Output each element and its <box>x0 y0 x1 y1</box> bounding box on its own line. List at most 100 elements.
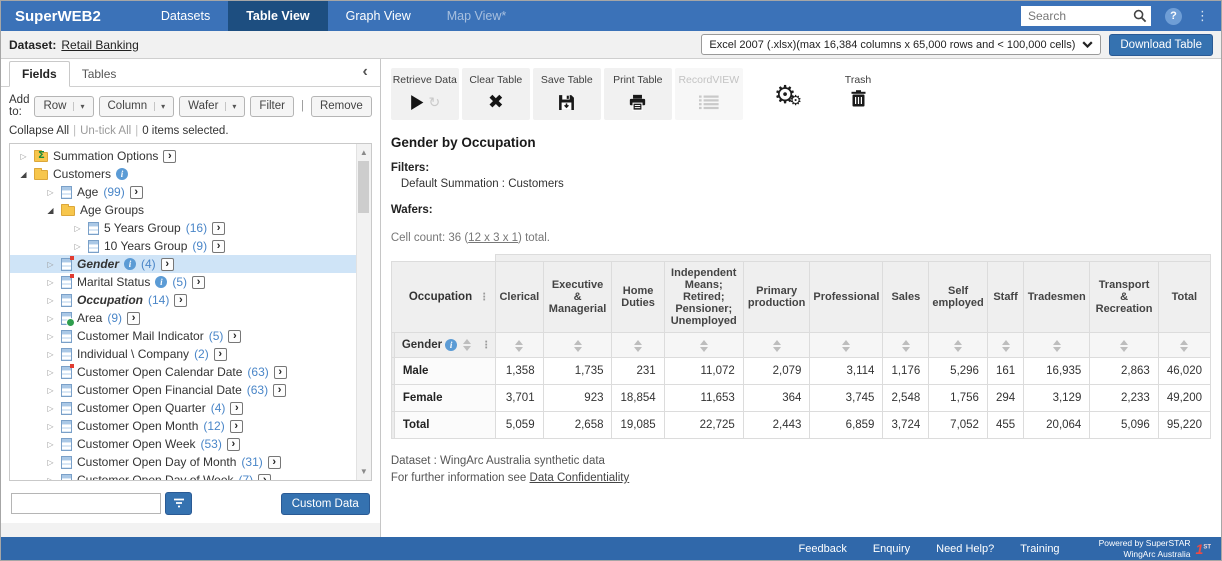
retrieve-data-button[interactable]: Retrieve Data↻ <box>391 68 459 120</box>
print-table-button[interactable]: Print Table <box>604 68 672 120</box>
expand-caret-icon[interactable]: ▷ <box>45 386 56 395</box>
column-header-primary-production[interactable]: Primary production <box>743 262 810 333</box>
search-input[interactable] <box>1021 6 1151 26</box>
overflow-menu-icon[interactable]: ⋮ <box>1196 8 1209 24</box>
info-icon[interactable]: i <box>116 168 128 180</box>
column-header-total[interactable]: Total <box>1158 262 1210 333</box>
sort-cell-independent-means-retired-pensioner-unemployed[interactable] <box>664 333 743 358</box>
sort-cell-sales[interactable] <box>883 333 929 358</box>
expand-caret-icon[interactable]: ▷ <box>45 260 56 269</box>
tree-item-customer-open-quarter[interactable]: ▷Customer Open Quarter(4)› <box>10 399 371 417</box>
column-header-clerical[interactable]: Clerical <box>496 262 543 333</box>
sort-cell-primary-production[interactable] <box>743 333 810 358</box>
app-logo[interactable]: SuperWEB2 <box>1 1 115 31</box>
tree-item-customer-mail-indicator[interactable]: ▷Customer Mail Indicator(5)› <box>10 327 371 345</box>
sort-cell-clerical[interactable] <box>496 333 543 358</box>
collapse-all-link[interactable]: Collapse All <box>9 125 69 137</box>
footer-link-training[interactable]: Training <box>1020 543 1059 555</box>
field-add-arrow-button[interactable]: › <box>212 222 225 235</box>
expand-caret-icon[interactable]: ▷ <box>45 296 56 305</box>
tree-item-gender[interactable]: ▷Genderi(4)› <box>10 255 371 273</box>
sort-cell-home-duties[interactable] <box>612 333 664 358</box>
field-filter-input[interactable] <box>11 493 161 514</box>
tree-item-age-groups[interactable]: ◢Age Groups <box>10 201 371 219</box>
row-label-male[interactable]: Male <box>394 358 495 385</box>
field-add-arrow-button[interactable]: › <box>214 348 227 361</box>
column-header-sales[interactable]: Sales <box>883 262 929 333</box>
tab-tables[interactable]: Tables <box>70 62 129 86</box>
field-add-arrow-button[interactable]: › <box>127 312 140 325</box>
expand-caret-icon[interactable]: ▷ <box>72 242 83 251</box>
field-add-arrow-button[interactable]: › <box>174 294 187 307</box>
tree-item-customers[interactable]: ◢Customersi <box>10 165 371 183</box>
column-header-self-employed[interactable]: Self employed <box>929 262 988 333</box>
expand-caret-icon[interactable]: ▷ <box>45 314 56 323</box>
recordview-button[interactable]: RecordVIEW <box>675 68 743 120</box>
info-icon[interactable]: i <box>445 339 457 351</box>
export-format-select[interactable]: Excel 2007 (.xlsx)(max 16,384 columns x … <box>701 34 1101 55</box>
tree-item-customer-open-week[interactable]: ▷Customer Open Week(53)› <box>10 435 371 453</box>
tree-item-individual-company[interactable]: ▷Individual \ Company(2)› <box>10 345 371 363</box>
column-header-home-duties[interactable]: Home Duties <box>612 262 664 333</box>
untick-all-link[interactable]: Un-tick All <box>80 125 131 137</box>
footer-link-need-help[interactable]: Need Help? <box>936 543 994 555</box>
column-header-tradesmen[interactable]: Tradesmen <box>1024 262 1090 333</box>
cell-count-link[interactable]: 12 x 3 x 1 <box>468 232 518 244</box>
expand-caret-icon[interactable]: ▷ <box>45 422 56 431</box>
data-confidentiality-link[interactable]: Data Confidentiality <box>530 472 630 484</box>
help-icon[interactable]: ? <box>1165 8 1182 25</box>
nav-item-map-view[interactable]: Map View* <box>429 1 525 31</box>
field-add-arrow-button[interactable]: › <box>192 276 205 289</box>
tree-item-customer-open-calendar-date[interactable]: ▷Customer Open Calendar Date(63)› <box>10 363 371 381</box>
kebab-menu-icon[interactable]: ⋮ <box>481 340 491 351</box>
info-icon[interactable]: i <box>155 276 167 288</box>
field-add-arrow-button[interactable]: › <box>212 240 225 253</box>
nav-item-datasets[interactable]: Datasets <box>143 1 228 31</box>
field-add-arrow-button[interactable]: › <box>274 366 287 379</box>
info-icon[interactable]: i <box>124 258 136 270</box>
tree-item-age[interactable]: ▷Age(99)› <box>10 183 371 201</box>
expand-caret-icon[interactable]: ▷ <box>45 278 56 287</box>
scroll-thumb[interactable] <box>358 161 369 213</box>
dataset-name-link[interactable]: Retail Banking <box>61 38 138 52</box>
collapse-sidebar-icon[interactable]: ‹ <box>362 63 367 81</box>
sort-cell-self-employed[interactable] <box>929 333 988 358</box>
expand-caret-icon[interactable]: ▷ <box>45 350 56 359</box>
tree-item-5-years-group[interactable]: ▷5 Years Group(16)› <box>10 219 371 237</box>
tree-item-occupation[interactable]: ▷Occupation(14)› <box>10 291 371 309</box>
sort-cell-total[interactable] <box>1158 333 1210 358</box>
field-add-arrow-button[interactable]: › <box>163 150 176 163</box>
tree-item-customer-open-day-of-week[interactable]: ▷Customer Open Day of Week(7)› <box>10 471 371 481</box>
tree-item-customer-open-month[interactable]: ▷Customer Open Month(12)› <box>10 417 371 435</box>
row-label-total[interactable]: Total <box>394 412 495 439</box>
field-add-arrow-button[interactable]: › <box>258 474 271 482</box>
column-header-staff[interactable]: Staff <box>987 262 1023 333</box>
sort-icon[interactable] <box>460 339 474 351</box>
tree-item-customer-open-financial-date[interactable]: ▷Customer Open Financial Date(63)› <box>10 381 371 399</box>
field-add-arrow-button[interactable]: › <box>268 456 281 469</box>
column-axis-header[interactable]: Occupation⋮ <box>391 262 495 333</box>
field-add-arrow-button[interactable]: › <box>130 186 143 199</box>
sort-cell-staff[interactable] <box>987 333 1023 358</box>
remove-button[interactable]: Remove <box>311 96 372 117</box>
collapse-caret-icon[interactable]: ◢ <box>18 170 29 179</box>
tree-item-area[interactable]: ▷Area(9)› <box>10 309 371 327</box>
column-header-executive-managerial[interactable]: Executive & Managerial <box>543 262 612 333</box>
tree-item-marital-status[interactable]: ▷Marital Statusi(5)› <box>10 273 371 291</box>
field-add-arrow-button[interactable]: › <box>273 384 286 397</box>
expand-caret-icon[interactable]: ▷ <box>45 476 56 482</box>
row-label-female[interactable]: Female <box>394 385 495 412</box>
tab-fields[interactable]: Fields <box>9 61 70 87</box>
scroll-down-icon[interactable]: ▼ <box>360 465 368 480</box>
expand-caret-icon[interactable]: ▷ <box>45 458 56 467</box>
sort-cell-tradesmen[interactable] <box>1024 333 1090 358</box>
sort-cell-executive-managerial[interactable] <box>543 333 612 358</box>
column-header-independent-means-retired-pensioner-unemployed[interactable]: Independent Means; Retired; Pensioner; U… <box>664 262 743 333</box>
add-to-column-button[interactable]: Column▾ <box>99 96 175 117</box>
field-add-arrow-button[interactable]: › <box>161 258 174 271</box>
tree-scrollbar[interactable]: ▲ ▼ <box>356 144 371 480</box>
expand-caret-icon[interactable]: ▷ <box>45 188 56 197</box>
field-add-arrow-button[interactable]: › <box>230 420 243 433</box>
table-options-gear-button[interactable]: ⚙⚙ <box>774 68 802 120</box>
column-header-professional[interactable]: Professional <box>810 262 883 333</box>
